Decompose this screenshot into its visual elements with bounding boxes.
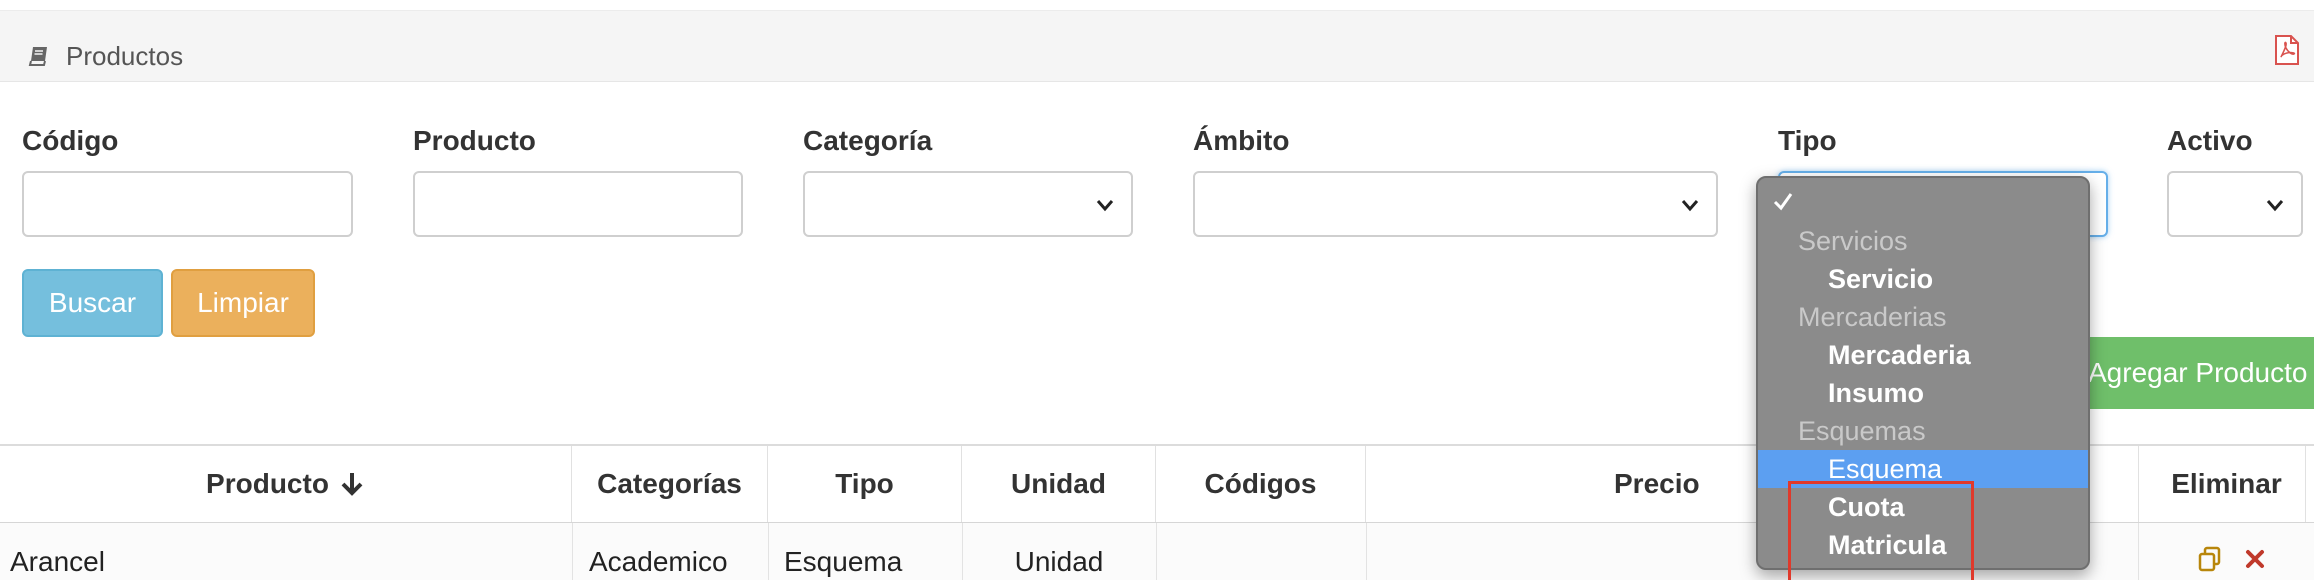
column-header-tipo[interactable]: Tipo: [768, 446, 962, 522]
activo-label: Activo: [2167, 125, 2253, 156]
column-header-producto[interactable]: Producto: [0, 446, 572, 522]
column-header-unidad[interactable]: Unidad: [962, 446, 1156, 522]
codigo-input[interactable]: [22, 171, 353, 237]
column-divider: [572, 523, 573, 580]
categoria-select[interactable]: [803, 171, 1133, 237]
producto-input[interactable]: [413, 171, 743, 237]
checkmark-icon: [1773, 193, 1793, 211]
cell-producto: Arancel: [10, 546, 105, 577]
cell-tipo: Esquema: [784, 546, 903, 577]
dropdown-option-insumo[interactable]: Insumo: [1758, 374, 2088, 412]
activo-select[interactable]: [2167, 171, 2303, 237]
chevron-down-icon: [1681, 200, 1699, 212]
dropdown-group-servicios: Servicios: [1798, 226, 1908, 256]
page-title: Productos: [66, 41, 184, 71]
column-header-categorias[interactable]: Categorías: [572, 446, 768, 522]
column-divider: [1156, 523, 1157, 580]
limpiar-button[interactable]: Limpiar: [171, 269, 315, 337]
column-divider: [2138, 523, 2139, 580]
column-header-eliminar: Eliminar: [2138, 446, 2314, 522]
cell-unidad: Unidad: [1014, 546, 1104, 577]
column-divider: [768, 523, 769, 580]
ambito-select[interactable]: [1193, 171, 1718, 237]
agregar-producto-button[interactable]: Agregar Producto: [2070, 337, 2314, 409]
chevron-down-icon: [2266, 200, 2284, 212]
chevron-down-icon: [1096, 200, 1114, 212]
dropdown-option-servicio[interactable]: Servicio: [1758, 260, 2088, 298]
column-divider: [1366, 523, 1367, 580]
dropdown-option-mercaderia[interactable]: Mercaderia: [1758, 336, 2088, 374]
tipo-label: Tipo: [1778, 125, 1837, 156]
column-header-codigos[interactable]: Códigos: [1156, 446, 1366, 522]
pdf-icon[interactable]: [2274, 35, 2300, 65]
ambito-label: Ámbito: [1193, 125, 1290, 156]
highlight-box: [1788, 481, 1974, 580]
dropdown-option-empty[interactable]: [1758, 184, 2088, 222]
book-icon: [28, 47, 47, 66]
delete-icon[interactable]: [2245, 549, 2265, 569]
codigo-label: Código: [22, 125, 119, 156]
sort-arrow-down-icon: [341, 472, 363, 496]
copy-icon[interactable]: [2196, 545, 2224, 573]
panel-header: Productos: [0, 10, 2314, 82]
categoria-label: Categoría: [803, 125, 933, 156]
producto-label: Producto: [413, 125, 536, 156]
cell-categorias: Academico: [589, 546, 728, 577]
buscar-button[interactable]: Buscar: [22, 269, 163, 337]
dropdown-group-esquemas: Esquemas: [1798, 416, 1926, 446]
dropdown-group-mercaderias: Mercaderias: [1798, 302, 1947, 332]
